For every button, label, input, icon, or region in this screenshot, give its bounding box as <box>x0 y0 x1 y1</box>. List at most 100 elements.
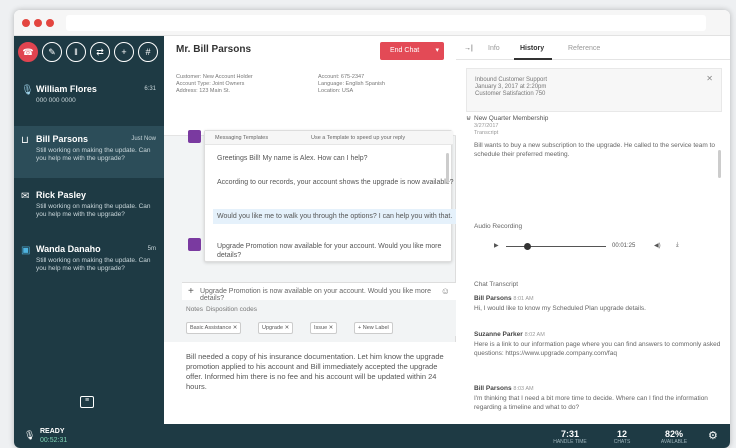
download-icon[interactable]: ⤓ <box>676 242 679 249</box>
notes-body[interactable]: Bill needed a copy of his insurance docu… <box>164 342 456 424</box>
keypad-icon[interactable]: # <box>138 42 158 62</box>
hangup-icon[interactable]: ☎ <box>18 42 38 62</box>
conversation-item[interactable]: 🎙 William Flores 6:31 000 000 0000 <box>14 76 164 124</box>
mute-icon[interactable]: ✎ <box>42 42 62 62</box>
email-icon: ✉ <box>21 191 30 202</box>
transcript-time: 8:01 AM <box>513 296 534 302</box>
conversation-item-active[interactable]: ⊔ Bill Parsons Just Now Still working on… <box>14 126 164 178</box>
message-title: New Quarter Membership <box>474 115 549 122</box>
collapse-icon[interactable]: →| <box>464 45 473 52</box>
stat-label: AVAILABLE <box>660 439 688 445</box>
end-chat-label: End Chat <box>390 47 420 54</box>
conversation-name: Rick Pasley <box>36 190 87 200</box>
end-chat-button[interactable]: End Chat ▾ <box>380 42 444 60</box>
message-body: Bill wants to buy a new subscription to … <box>474 142 715 158</box>
audio-label: Audio Recording <box>474 223 523 230</box>
stat-chats: 12 CHATS <box>602 429 642 445</box>
emoji-icon[interactable]: ☺ <box>441 286 450 296</box>
menu-icon[interactable]: ≡ <box>80 396 94 408</box>
transcript-text: Hi, I would like to know my Scheduled Pl… <box>474 305 646 312</box>
tag-chip[interactable]: Issue ✕ <box>310 322 338 334</box>
stat-handle-time: 7:31 HANDLE TIME <box>550 429 590 445</box>
conversation-item[interactable]: ✉ Rick Pasley Still working on making th… <box>14 182 164 234</box>
conversation-item[interactable]: ▣ Wanda Danaho 5m Still working on makin… <box>14 236 164 288</box>
info-line: Account: 675-2347 <box>318 74 365 80</box>
canned-hint: Use a Template to speed up your reply <box>311 135 406 141</box>
history-icon: ⊌ <box>466 115 472 122</box>
conversation-name: William Flores <box>36 84 97 94</box>
transfer-icon[interactable]: ⇄ <box>90 42 110 62</box>
audio-track[interactable] <box>506 246 606 247</box>
pause-icon[interactable]: ‖ <box>66 42 86 62</box>
canned-title: Messaging Templates <box>215 135 269 141</box>
customer-info-col2: Account: 675-2347 Language: English Span… <box>318 74 448 95</box>
disposition-tab[interactable]: Disposition codes <box>206 306 257 313</box>
status-bar: 🎙 READY 00:52:31 7:31 HANDLE TIME 12 CHA… <box>14 424 730 448</box>
stat-label: CHATS <box>613 439 631 445</box>
conversation-preview: Still working on making the update. Can … <box>36 257 151 272</box>
scrollbar[interactable] <box>446 153 449 183</box>
conversation-time: Just Now <box>131 136 156 142</box>
transcript-speaker: Bill Parsons <box>474 385 512 392</box>
transcript-speaker: Bill Parsons <box>474 295 512 302</box>
play-icon[interactable]: ▶ <box>494 242 499 249</box>
details-tabs: →| Info History Reference <box>456 36 730 60</box>
conversation-preview: 000 000 0000 <box>36 97 76 104</box>
maximize-window-dot[interactable] <box>46 19 54 27</box>
close-icon[interactable]: ✕ <box>706 75 713 83</box>
tab-history[interactable]: History <box>520 45 544 52</box>
microphone-icon: 🎙 <box>21 85 34 96</box>
chevron-down-icon[interactable]: ▾ <box>435 46 439 54</box>
history-message: New Quarter Membership 3/27/2017 Transcr… <box>474 114 722 159</box>
email-date: January 3, 2017 at 2:20pm <box>475 84 547 90</box>
close-window-dot[interactable] <box>22 19 30 27</box>
email-subject: Inbound Customer Support <box>475 77 548 83</box>
tag-label: Basic Assistance <box>190 325 232 331</box>
message-date: 3/27/2017 <box>474 123 499 129</box>
conversation-preview: Still working on making the update. Can … <box>36 203 151 218</box>
canned-response[interactable]: According to our records, your account s… <box>213 175 463 190</box>
audio-time: 00:01:25 <box>612 243 636 249</box>
tag-label: Issue <box>314 325 328 331</box>
canned-response[interactable]: Greetings Bill! My name is Alex. How can… <box>213 151 463 166</box>
sms-icon: ▣ <box>21 245 31 256</box>
volume-icon[interactable]: ◀) <box>654 242 661 249</box>
tag-label: Upgrade <box>262 325 284 331</box>
chat-icon: ⊔ <box>21 135 29 146</box>
canned-response[interactable]: Upgrade Promotion now available for your… <box>213 239 463 263</box>
minimize-window-dot[interactable] <box>34 19 42 27</box>
stat-value: 82% <box>664 429 683 439</box>
tag-chip[interactable]: Basic Assistance ✕ <box>186 322 242 334</box>
transcript-entry: Suzanne Parker 8:02 AM Here is a link to… <box>474 330 722 358</box>
conversation-sidebar: ☎ ✎ ‖ ⇄ + # 🎙 William Flores 6:31 000 00… <box>14 36 164 424</box>
chat-header: Mr. Bill Parsons End Chat ▾ Customer: New… <box>164 36 456 136</box>
agent-status[interactable]: READY <box>40 428 65 435</box>
transcript-time: 8:02 AM <box>524 332 545 338</box>
info-line: Customer: New Account Holder <box>176 74 253 80</box>
canned-header: Messaging Templates Use a Template to sp… <box>205 131 453 145</box>
transcript-text: I'm thinking that I need a bit more time… <box>474 395 708 411</box>
conversation-time: 6:31 <box>144 86 156 92</box>
audio-player: ▶ 00:01:25 ◀) ⤓ <box>488 240 694 254</box>
scrollbar[interactable] <box>718 150 721 178</box>
call-controls: ☎ ✎ ‖ ⇄ + # <box>18 42 158 68</box>
audio-scrubber[interactable] <box>524 243 531 250</box>
add-label-button[interactable]: + New Label <box>354 322 393 334</box>
tab-info[interactable]: Info <box>488 45 500 52</box>
tag-chip[interactable]: Upgrade ✕ <box>258 322 294 334</box>
email-card[interactable]: Inbound Customer Support January 3, 2017… <box>466 68 722 112</box>
plus-icon[interactable]: + <box>188 286 194 297</box>
canned-response-selected[interactable]: Would you like me to walk you through th… <box>213 209 463 224</box>
message-input[interactable]: + Upgrade Promotion is now available on … <box>182 282 456 302</box>
address-bar[interactable] <box>66 15 706 31</box>
transcript-entry: Bill Parsons 8:03 AM I'm thinking that I… <box>474 384 722 412</box>
transcript-label: Chat Transcript <box>474 281 519 288</box>
message-type: Transcript <box>474 130 499 136</box>
settings-icon[interactable]: ⚙ <box>708 429 718 442</box>
add-call-icon[interactable]: + <box>114 42 134 62</box>
info-line: Location: USA <box>318 88 354 94</box>
microphone-icon[interactable]: 🎙 <box>24 430 35 441</box>
transcript-text: Here is a link to our information page w… <box>474 341 721 357</box>
tab-reference[interactable]: Reference <box>568 45 600 52</box>
conversation-name: Wanda Danaho <box>36 244 101 254</box>
